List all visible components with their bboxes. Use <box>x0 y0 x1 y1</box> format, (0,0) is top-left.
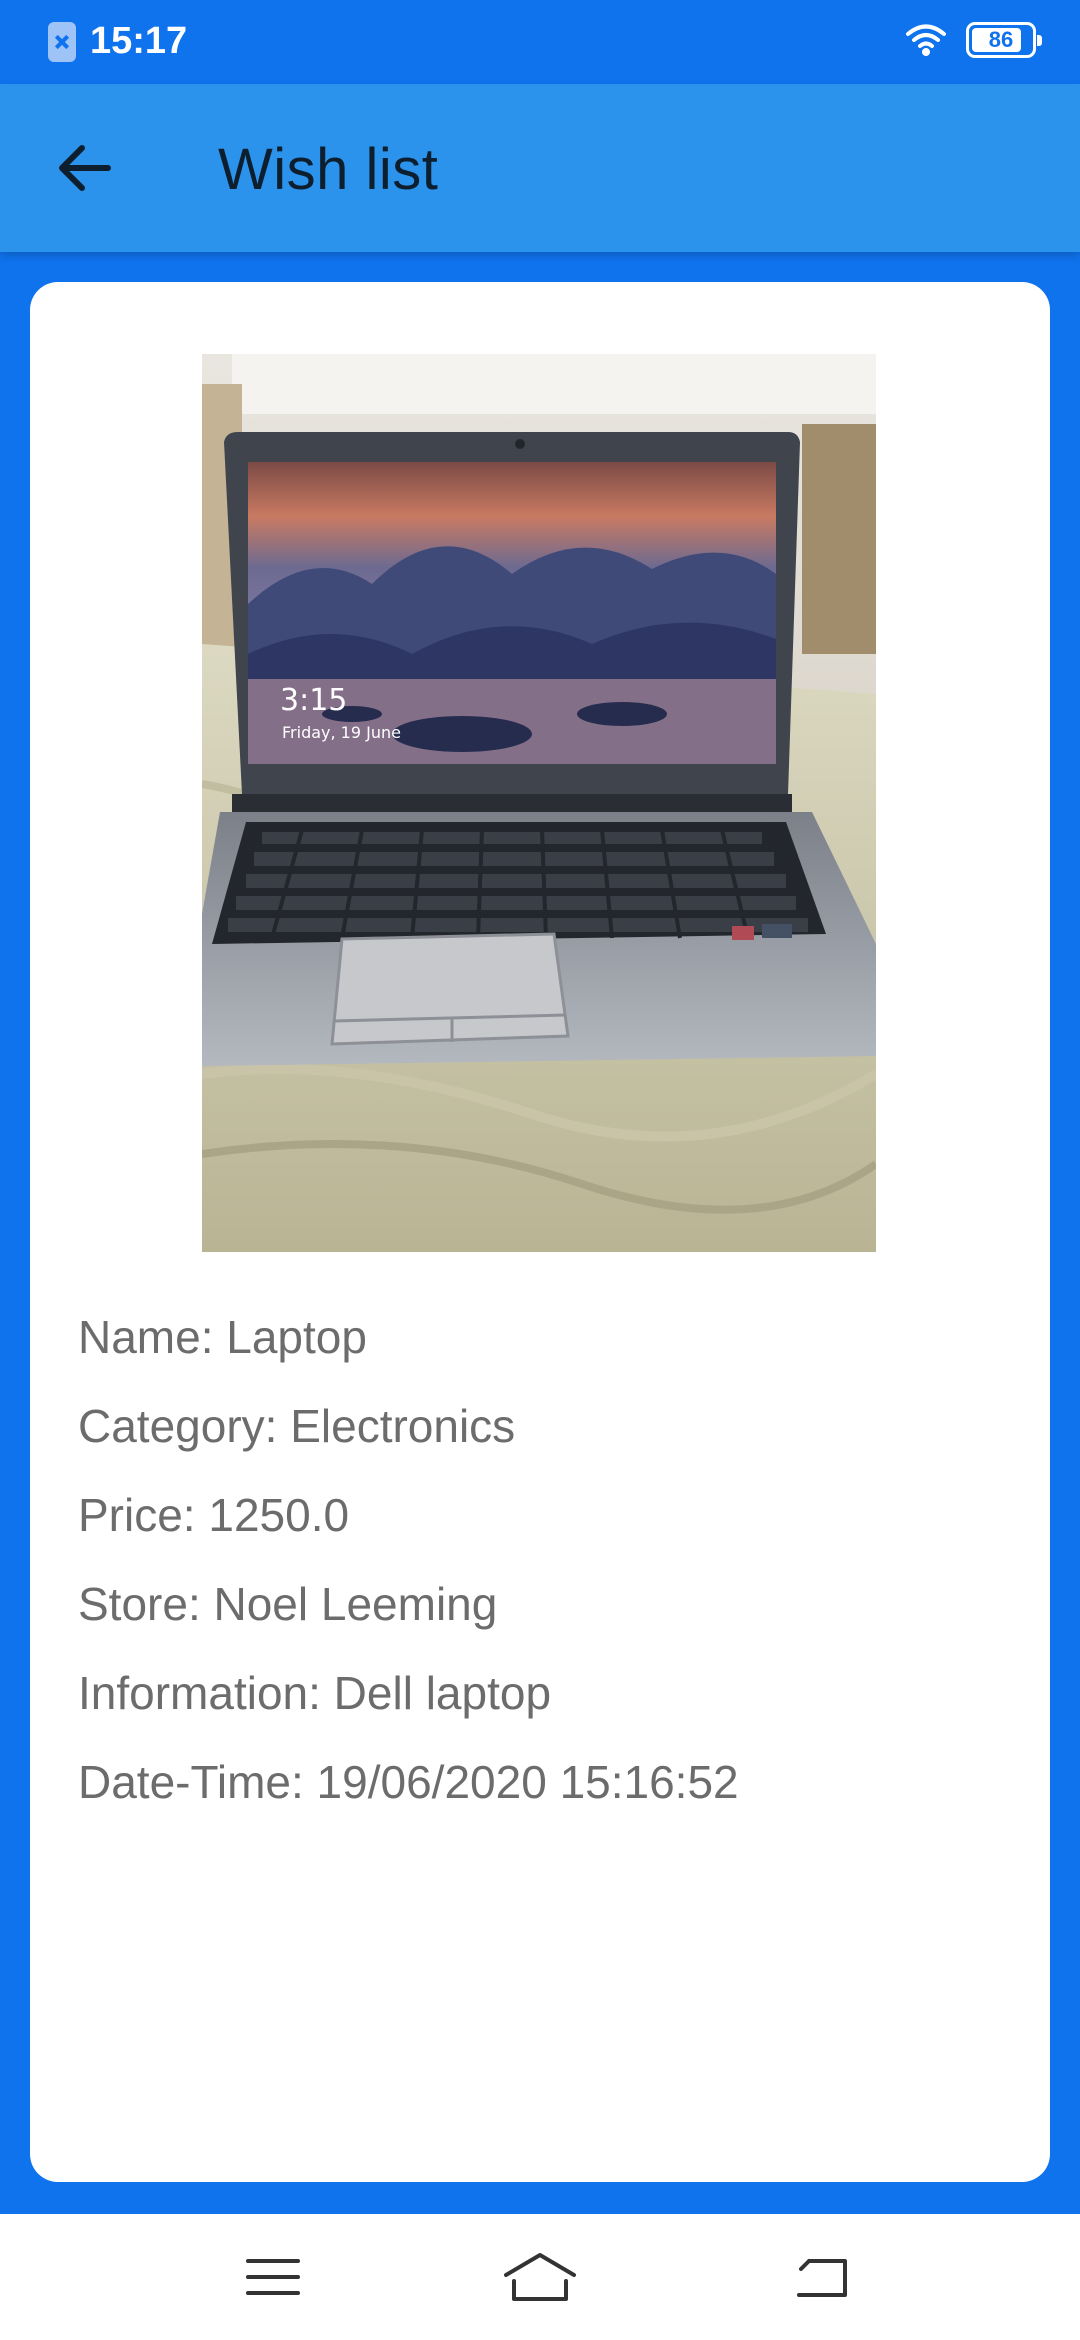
item-name: Name: Laptop <box>78 1311 367 1363</box>
status-left: 15:17 <box>48 20 187 63</box>
arrow-left-icon <box>59 145 111 191</box>
item-store: Store: Noel Leeming <box>78 1578 498 1630</box>
item-information: Information: Dell laptop <box>78 1667 552 1719</box>
menu-icon <box>246 2259 300 2295</box>
page-title: Wish list <box>218 137 439 202</box>
status-time: 15:17 <box>90 20 188 62</box>
item-category: Category: Electronics <box>78 1400 516 1452</box>
screen: 15:17 86 Wish list 3:15 Friday, 19 June … <box>0 0 1080 2340</box>
system-nav-bar <box>0 2214 1080 2340</box>
back-icon <box>797 2259 847 2297</box>
status-bar: 15:17 86 <box>0 0 1080 84</box>
home-icon <box>504 2253 576 2301</box>
item-photo: 3:15 Friday, 19 June <box>202 354 876 1252</box>
status-right: 86 <box>906 22 1042 58</box>
home-button[interactable] <box>495 2242 585 2312</box>
laptop-screen-time: 3:15 <box>280 683 347 718</box>
battery-icon: 86 <box>966 22 1042 58</box>
wifi-icon <box>906 24 946 56</box>
battery-level: 86 <box>988 27 1014 52</box>
back-button[interactable] <box>44 128 124 208</box>
app-bar: Wish list <box>0 84 1080 252</box>
system-back-button[interactable] <box>778 2242 868 2312</box>
item-details: Name: Laptop Category: Electronics Price… <box>78 1302 998 1836</box>
item-datetime: Date-Time: 19/06/2020 15:16:52 <box>78 1756 739 1808</box>
item-price: Price: 1250.0 <box>78 1489 350 1541</box>
laptop-screen-date: Friday, 19 June <box>282 723 401 742</box>
laptop-photo: 3:15 Friday, 19 June <box>202 354 876 1252</box>
menu-button[interactable] <box>228 2242 318 2312</box>
notification-icon <box>48 21 76 62</box>
item-card: 3:15 Friday, 19 June Name: Laptop Catego… <box>30 282 1050 2182</box>
